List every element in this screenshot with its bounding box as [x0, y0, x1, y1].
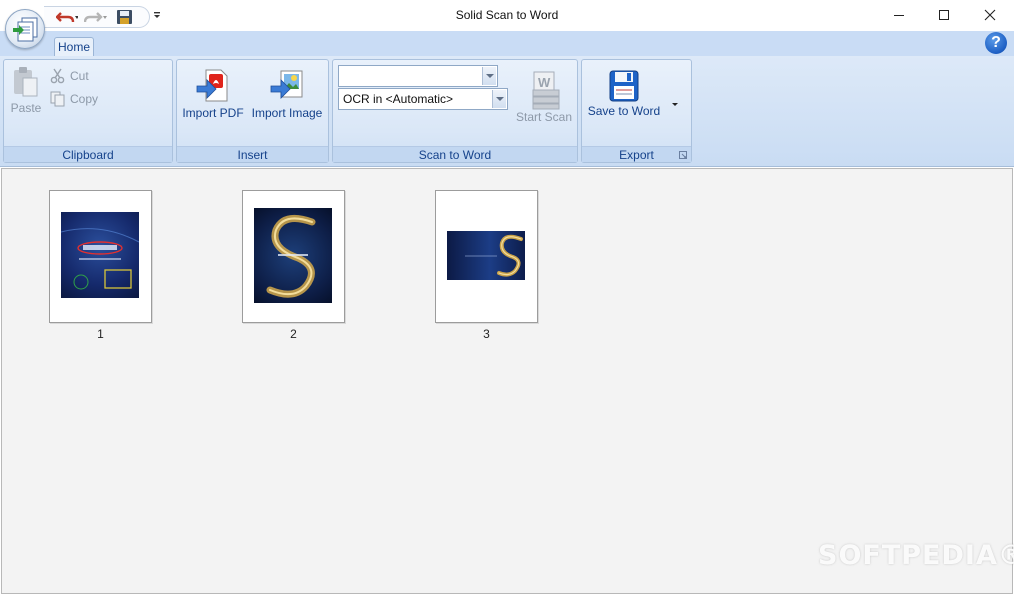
ribbon-tab-strip: Home ? [0, 31, 1014, 58]
save-options-arrow-icon[interactable] [671, 102, 679, 108]
minimize-icon [894, 15, 904, 16]
maximize-button[interactable] [921, 0, 967, 30]
ocr-language-value: OCR in <Automatic> [343, 92, 454, 106]
ribbon: Paste Cut Copy Clipboard Import PDF Impo… [0, 56, 1014, 167]
minimize-button[interactable] [876, 0, 922, 30]
window-title: Solid Scan to Word [455, 8, 559, 22]
paste-button[interactable]: Paste [6, 64, 46, 116]
scan-to-word-group: OCR in <Automatic> W Start Scan Scan to … [332, 59, 578, 163]
import-pdf-icon [196, 69, 228, 102]
help-button[interactable]: ? [985, 32, 1007, 54]
save-to-word-button[interactable]: Save to Word [585, 69, 663, 118]
page-image [61, 212, 139, 298]
export-group: Save to Word Export [581, 59, 692, 163]
insert-group-label: Insert [177, 146, 328, 162]
title-bar: Solid Scan to Word [0, 0, 1014, 31]
svg-text:W: W [538, 75, 551, 90]
page-image-art [465, 234, 523, 277]
paste-label: Paste [10, 101, 42, 115]
clipboard-group: Paste Cut Copy Clipboard [3, 59, 173, 163]
page-thumbnail[interactable] [242, 190, 345, 323]
scanner-dropdown-arrow[interactable] [482, 67, 496, 85]
copy-icon [50, 91, 65, 107]
help-icon: ? [991, 34, 1001, 51]
export-group-label: Export [582, 146, 691, 162]
page-thumbnail[interactable] [49, 190, 152, 323]
page-image-art [266, 214, 316, 298]
close-icon [984, 9, 996, 21]
copy-label: Copy [70, 92, 99, 106]
import-image-icon [270, 70, 303, 99]
import-pdf-label: Import PDF [182, 106, 244, 120]
close-button[interactable] [967, 0, 1013, 30]
cut-button[interactable]: Cut [50, 67, 89, 85]
maximize-icon [939, 10, 949, 20]
ocr-dropdown-arrow[interactable] [492, 90, 506, 108]
page-number: 3 [483, 327, 490, 341]
floppy-disk-icon [609, 70, 639, 102]
page-workspace: 1 2 3 [1, 168, 1013, 594]
softpedia-watermark: SOFTPEDIA® [818, 540, 1014, 571]
scanner-select[interactable] [338, 65, 498, 87]
clipboard-group-label: Clipboard [4, 146, 172, 162]
copy-button[interactable]: Copy [50, 90, 98, 108]
insert-group: Import PDF Import Image Insert [176, 59, 329, 163]
scan-to-word-group-label: Scan to Word [333, 146, 577, 162]
scissors-icon [50, 68, 65, 84]
save-to-word-label: Save to Word [587, 104, 661, 118]
import-image-label: Import Image [251, 106, 323, 120]
start-scan-button[interactable]: W Start Scan [514, 70, 574, 124]
paste-icon [14, 67, 38, 97]
page-image [254, 208, 332, 303]
page-number: 1 [97, 327, 104, 341]
page-number: 2 [290, 327, 297, 341]
cut-label: Cut [70, 69, 89, 83]
page-image-art [61, 228, 139, 290]
tab-home[interactable]: Home [54, 37, 94, 58]
page-thumbnail[interactable] [435, 190, 538, 323]
application-icon [13, 17, 38, 42]
dialog-launcher-icon[interactable] [679, 151, 688, 160]
import-pdf-button[interactable]: Import PDF [181, 68, 245, 120]
ocr-language-select[interactable]: OCR in <Automatic> [338, 88, 508, 110]
import-image-button[interactable]: Import Image [249, 68, 325, 120]
start-scan-icon: W [532, 71, 560, 110]
page-image [447, 231, 525, 280]
start-scan-label: Start Scan [515, 110, 573, 124]
application-menu-button[interactable] [5, 9, 45, 49]
